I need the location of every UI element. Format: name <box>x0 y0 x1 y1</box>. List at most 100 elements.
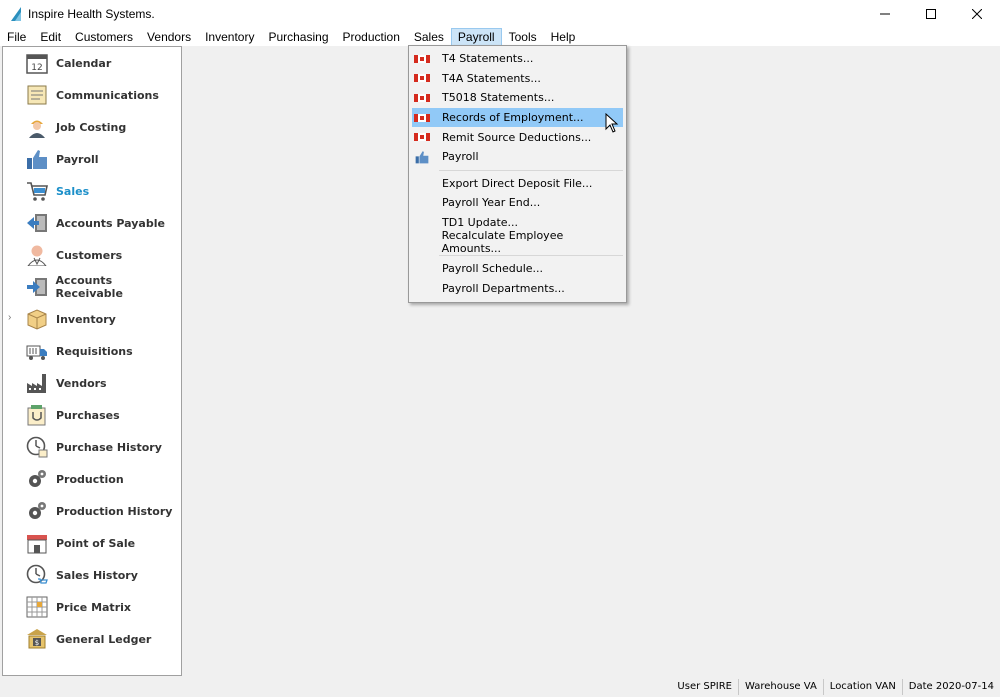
title-bar: Inspire Health Systems. <box>0 0 1000 28</box>
sidebar-item-label: Purchase History <box>56 440 162 454</box>
menu-item-label: Export Direct Deposit File... <box>442 176 593 190</box>
purchase-icon <box>24 402 50 428</box>
calendar-icon: 12 <box>24 50 50 76</box>
sidebar-item-label: Production History <box>56 504 173 518</box>
sidebar-item-production-history[interactable]: Production History <box>3 495 181 527</box>
sidebar-item-vendors[interactable]: Vendors <box>3 367 181 399</box>
status-bar: User SPIRE Warehouse VA Location VAN Dat… <box>0 677 1000 697</box>
store-icon <box>24 530 50 556</box>
menu-purchasing[interactable]: Purchasing <box>261 28 335 46</box>
sidebar-item-label: Purchases <box>56 408 120 422</box>
sidebar-item-point-of-sale[interactable]: Point of Sale <box>3 527 181 559</box>
sidebar-item-label: Customers <box>56 248 123 262</box>
worker-icon <box>24 114 50 140</box>
shopping-cart-icon <box>24 178 50 204</box>
maximize-button[interactable] <box>908 0 954 28</box>
menu-item-t5018-statements[interactable]: T5018 Statements... <box>412 88 623 108</box>
receivable-icon <box>24 274 50 300</box>
sidebar-item-production[interactable]: Production <box>3 463 181 495</box>
menu-item-export-direct-deposit[interactable]: Export Direct Deposit File... <box>412 174 623 194</box>
sidebar-item-label: Point of Sale <box>56 536 136 550</box>
menu-payroll[interactable]: Payroll <box>450 28 502 46</box>
ledger-icon: $ <box>24 626 50 652</box>
menu-item-remit-source-deductions[interactable]: Remit Source Deductions... <box>412 127 623 147</box>
menu-production[interactable]: Production <box>336 28 407 46</box>
app-logo-icon <box>11 7 21 21</box>
menu-file[interactable]: File <box>0 28 33 46</box>
menu-item-label: TD1 Update... <box>442 216 519 230</box>
menu-item-payroll-year-end[interactable]: Payroll Year End... <box>412 193 623 213</box>
status-date: Date 2020-07-14 <box>901 679 1000 695</box>
sidebar-item-label: Production <box>56 472 124 486</box>
menu-help[interactable]: Help <box>544 28 583 46</box>
sidebar-item-sales-history[interactable]: Sales History <box>3 559 181 591</box>
sidebar-item-label: Sales <box>56 184 90 198</box>
truck-icon <box>24 338 50 364</box>
chevron-right-icon[interactable]: › <box>8 312 11 323</box>
notepad-icon <box>24 82 50 108</box>
grid-icon <box>24 594 50 620</box>
sidebar-item-price-matrix[interactable]: Price Matrix <box>3 591 181 623</box>
menu-edit[interactable]: Edit <box>33 28 68 46</box>
menu-sales[interactable]: Sales <box>407 28 451 46</box>
minimize-button[interactable] <box>862 0 908 28</box>
sidebar-item-purchase-history[interactable]: Purchase History <box>3 431 181 463</box>
factory-icon <box>24 370 50 396</box>
sidebar-item-job-costing[interactable]: Job Costing <box>3 111 181 143</box>
menu-item-payroll-schedule[interactable]: Payroll Schedule... <box>412 259 623 279</box>
close-button[interactable] <box>954 0 1000 28</box>
status-location: Location VAN <box>822 679 902 695</box>
sidebar-item-customers[interactable]: Customers <box>3 239 181 271</box>
menu-item-recalculate-employee-amounts[interactable]: Recalculate Employee Amounts... <box>412 229 623 255</box>
menu-item-label: T5018 Statements... <box>442 91 555 105</box>
menu-item-label: T4 Statements... <box>442 52 534 66</box>
person-icon <box>24 242 50 268</box>
canada-flag-icon <box>414 74 430 83</box>
menu-item-payroll-departments[interactable]: Payroll Departments... <box>412 279 623 299</box>
window-title: Inspire Health Systems. <box>28 7 155 21</box>
module-sidebar: 12 Calendar Communications Job Costing P… <box>2 46 182 676</box>
menu-item-label: Payroll Schedule... <box>442 262 544 276</box>
menu-inventory[interactable]: Inventory <box>198 28 261 46</box>
sidebar-item-inventory[interactable]: › Inventory <box>3 303 181 335</box>
sidebar-item-label: General Ledger <box>56 632 152 646</box>
thumbs-up-icon <box>415 151 429 164</box>
menu-item-label: Records of Employment... <box>442 111 584 125</box>
sidebar-item-label: Payroll <box>56 152 99 166</box>
sidebar-item-communications[interactable]: Communications <box>3 79 181 111</box>
status-user: User SPIRE <box>677 681 732 692</box>
sidebar-item-label: Sales History <box>56 568 138 582</box>
canada-flag-icon <box>414 54 430 63</box>
menu-item-records-of-employment[interactable]: Records of Employment... <box>412 107 623 128</box>
payable-icon <box>24 210 50 236</box>
sidebar-item-label: Accounts Receivable <box>55 274 123 300</box>
canada-flag-icon <box>414 113 430 122</box>
sidebar-item-label: Communications <box>56 88 159 102</box>
menu-item-label: Payroll Year End... <box>442 196 541 210</box>
sidebar-item-calendar[interactable]: 12 Calendar <box>3 47 181 79</box>
sidebar-item-payroll[interactable]: Payroll <box>3 143 181 175</box>
menu-item-t4-statements[interactable]: T4 Statements... <box>412 49 623 69</box>
sidebar-item-label: Inventory <box>56 312 116 326</box>
sidebar-item-purchases[interactable]: Purchases <box>3 399 181 431</box>
menu-item-t4a-statements[interactable]: T4A Statements... <box>412 69 623 89</box>
menu-item-label: Payroll <box>442 150 479 164</box>
sidebar-item-sales[interactable]: Sales <box>3 175 181 207</box>
svg-text:$: $ <box>35 639 39 647</box>
sidebar-item-accounts-receivable[interactable]: Accounts Receivable <box>3 271 181 303</box>
menu-customers[interactable]: Customers <box>68 28 140 46</box>
menu-item-label: T4A Statements... <box>442 71 541 85</box>
sidebar-item-accounts-payable[interactable]: Accounts Payable <box>3 207 181 239</box>
sidebar-item-label: Calendar <box>56 56 112 70</box>
menu-vendors[interactable]: Vendors <box>140 28 198 46</box>
menu-tools[interactable]: Tools <box>502 28 544 46</box>
gears-icon <box>24 498 50 524</box>
sidebar-item-label: Price Matrix <box>56 600 131 614</box>
sidebar-item-general-ledger[interactable]: $ General Ledger <box>3 623 181 655</box>
sidebar-item-requisitions[interactable]: Requisitions <box>3 335 181 367</box>
sidebar-item-label: Job Costing <box>56 120 127 134</box>
clock-icon <box>24 562 50 588</box>
canada-flag-icon <box>414 93 430 102</box>
box-icon <box>24 306 50 332</box>
menu-item-payroll[interactable]: Payroll <box>412 147 623 167</box>
